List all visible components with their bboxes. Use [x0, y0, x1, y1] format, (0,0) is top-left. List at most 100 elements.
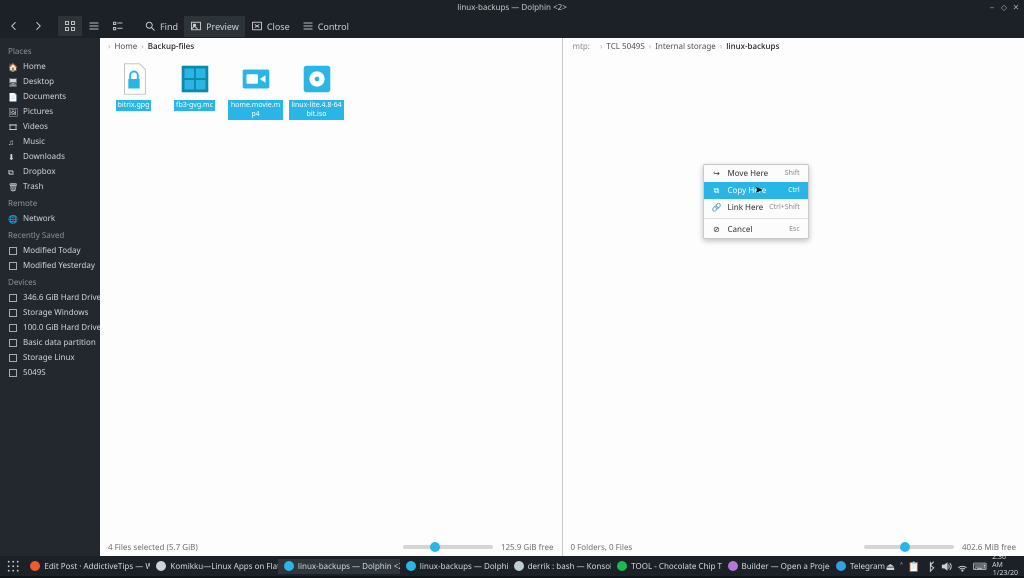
sidebar-item-device[interactable]: 100.0 GiB Hard Drive [0, 320, 100, 335]
taskbar: Edit Post · AddictiveTips — W…Komikku—Li… [0, 556, 1024, 576]
drive-icon [9, 294, 17, 302]
sidebar-item-device[interactable]: Basic data partition [0, 335, 100, 350]
sidebar-item-pictures[interactable]: 🖼Pictures [0, 104, 100, 119]
section-devices: Devices [0, 273, 100, 290]
file-item[interactable]: bitrix.gpg [106, 60, 161, 111]
chevron-right-icon: › [598, 41, 604, 52]
task-label: derrik : bash — Konsole [528, 561, 612, 572]
grid-file-icon [176, 60, 214, 98]
status-count: 0 Folders, 0 Files [571, 542, 633, 553]
task-app-icon [514, 561, 524, 571]
task-label: Edit Post · AddictiveTips — W… [44, 561, 150, 572]
file-item[interactable]: home.movie.mp4 [228, 60, 283, 120]
taskbar-task[interactable]: Telegram [830, 559, 886, 574]
taskbar-task[interactable]: TOOL - Chocolate Chip T… [611, 559, 721, 574]
status-bar-left: 4 Files selected (5.7 GiB) 125.9 GiB fre… [100, 538, 562, 556]
protocol-prefix: mtp: [573, 41, 590, 52]
task-app-icon [284, 561, 294, 571]
menu-item-link[interactable]: 🔗 Link Here Ctrl+Shift [704, 199, 808, 216]
taskbar-task[interactable]: linux-backups — Dolphin <2> [278, 559, 400, 574]
sidebar-item-dropbox[interactable]: ⧉Dropbox [0, 164, 100, 179]
home-icon: 🏠 [8, 62, 18, 72]
tray-usb-icon[interactable]: ⏏ [886, 559, 895, 573]
crumb-storage[interactable]: Internal storage [655, 41, 716, 52]
details-view-icon [112, 20, 124, 32]
close-split-button[interactable]: Close [245, 16, 296, 37]
sidebar-item-music[interactable]: ♫Music [0, 134, 100, 149]
sidebar-item-device[interactable]: Storage Windows [0, 305, 100, 320]
launcher-icon [6, 559, 20, 573]
clock[interactable]: 2:36 AM 1/23/20 [992, 554, 1018, 578]
icons-view-button[interactable] [58, 16, 82, 36]
zoom-slider-right[interactable] [864, 545, 954, 549]
preview-button[interactable]: Preview [184, 16, 245, 37]
tray-chevron-up-icon[interactable]: ˄ [900, 559, 903, 573]
crumb-current[interactable]: Backup-files [148, 41, 194, 52]
back-button[interactable] [2, 16, 26, 36]
sidebar-item-device[interactable]: 5049S [0, 365, 100, 380]
network-icon: 🌐 [8, 214, 18, 224]
tray-clipboard-icon[interactable]: 📋 [908, 559, 920, 573]
sidebar-item-device[interactable]: 346.6 GiB Hard Drive [0, 290, 100, 305]
crumb-home[interactable]: Home [114, 41, 137, 52]
status-selection: 4 Files selected (5.7 GiB) [108, 542, 198, 553]
menu-item-copy[interactable]: ⧉ Copy Here Ctrl [704, 182, 808, 199]
file-item[interactable]: fb3-gvg.mc [167, 60, 222, 111]
sidebar-item-mod-yesterday[interactable]: Modified Yesterday [0, 258, 100, 273]
app-launcher[interactable] [6, 558, 20, 574]
sidebar-item-mod-today[interactable]: Modified Today [0, 243, 100, 258]
sidebar-item-network[interactable]: 🌐Network [0, 211, 100, 226]
move-icon: ↪ [712, 169, 722, 179]
sidebar-item-device[interactable]: Storage Linux [0, 350, 100, 365]
chevron-right-icon: › [647, 41, 653, 52]
tray-network-icon[interactable] [957, 561, 968, 572]
pictures-icon: 🖼 [8, 107, 18, 117]
control-menu-button[interactable]: Control [296, 16, 355, 37]
breadcrumb-left[interactable]: › Home › Backup-files [100, 38, 562, 54]
sidebar-item-trash[interactable]: 🗑Trash [0, 179, 100, 194]
tray-bluetooth-icon[interactable] [925, 561, 936, 572]
sidebar-item-home[interactable]: 🏠Home [0, 59, 100, 74]
maximize-icon[interactable]: ◇ [1000, 3, 1008, 11]
taskbar-task[interactable]: derrik : bash — Konsole [508, 559, 612, 574]
drive-icon [9, 339, 17, 347]
crumb-device[interactable]: TCL 5049S [606, 41, 644, 52]
chevron-right-icon: › [106, 41, 112, 52]
task-app-icon [617, 561, 627, 571]
sidebar-item-desktop[interactable]: 🖥Desktop [0, 74, 100, 89]
taskbar-task[interactable]: linux-backups — Dolphin [400, 559, 508, 574]
file-grid-left[interactable]: bitrix.gpg fb3-gvg.mc home.movie.mp4 [100, 54, 562, 538]
minimize-icon[interactable]: – [988, 3, 996, 11]
tray-keyboard-icon[interactable]: ⌨ [973, 559, 987, 573]
tray-volume-icon[interactable] [941, 561, 952, 572]
taskbar-task[interactable]: Komikku—Linux Apps on Flat… [150, 559, 277, 574]
file-grid-right[interactable]: ↪ Move Here Shift ⧉ Copy Here Ctrl 🔗 Lin… [563, 54, 1024, 538]
sidebar-item-downloads[interactable]: ⬇Downloads [0, 149, 100, 164]
crumb-current[interactable]: linux-backups [726, 41, 779, 52]
split-view: › Home › Backup-files bitrix.gpg fb3-gvg… [100, 38, 1024, 556]
sidebar-item-documents[interactable]: 📄Documents [0, 89, 100, 104]
task-app-icon [836, 561, 846, 571]
taskbar-task[interactable]: Edit Post · AddictiveTips — W… [24, 559, 150, 574]
taskbar-task[interactable]: Builder — Open a Project [722, 559, 831, 574]
arrow-left-icon [8, 20, 20, 32]
right-pane[interactable]: mtp: › TCL 5049S › Internal storage › li… [562, 38, 1024, 556]
left-pane[interactable]: › Home › Backup-files bitrix.gpg fb3-gvg… [100, 38, 562, 556]
breadcrumb-right[interactable]: mtp: › TCL 5049S › Internal storage › li… [563, 38, 1024, 54]
file-item[interactable]: linux-lite.4.8-64bit.iso [289, 60, 344, 120]
find-button[interactable]: Find [138, 16, 184, 37]
menu-item-move[interactable]: ↪ Move Here Shift [704, 165, 808, 182]
sidebar-item-videos[interactable]: 🎞Videos [0, 119, 100, 134]
task-label: TOOL - Chocolate Chip T… [631, 561, 721, 572]
close-window-icon[interactable]: ✕ [1012, 3, 1020, 11]
zoom-slider-left[interactable] [403, 545, 493, 549]
drop-context-menu: ↪ Move Here Shift ⧉ Copy Here Ctrl 🔗 Lin… [703, 164, 809, 239]
compact-view-button[interactable] [82, 16, 106, 36]
details-view-button[interactable] [106, 16, 130, 36]
documents-icon: 📄 [8, 92, 18, 102]
forward-button[interactable] [26, 16, 50, 36]
menu-item-cancel[interactable]: ⊘ Cancel Esc [704, 221, 808, 238]
arrow-right-icon [32, 20, 44, 32]
task-app-icon [156, 561, 166, 571]
drive-icon [9, 354, 17, 362]
